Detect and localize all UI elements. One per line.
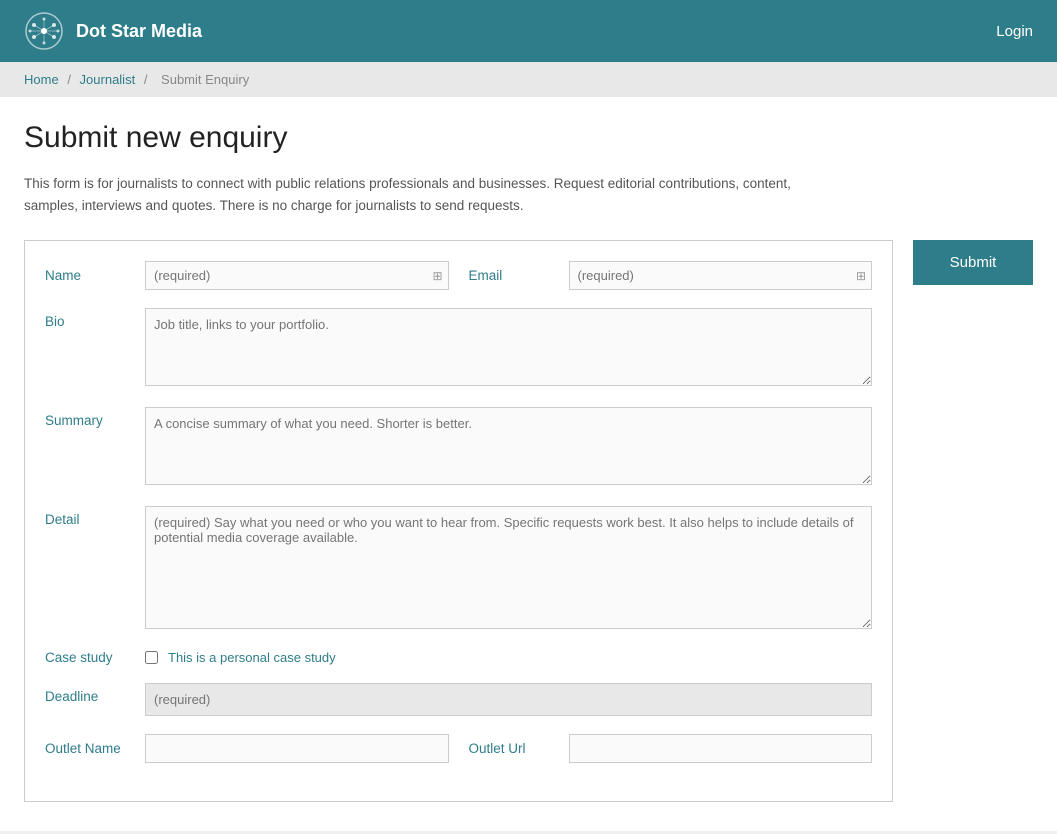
name-label: Name — [45, 268, 135, 283]
page-content: Submit new enquiry This form is for jour… — [0, 97, 1057, 831]
email-col: Email ⊞ — [469, 261, 873, 290]
email-input[interactable] — [569, 261, 873, 290]
summary-label: Summary — [45, 407, 135, 428]
summary-row: Summary — [45, 407, 872, 488]
deadline-field-wrapper — [145, 683, 872, 716]
detail-field-wrapper — [145, 506, 872, 632]
intro-text: This form is for journalists to connect … — [24, 173, 844, 216]
deadline-label: Deadline — [45, 683, 135, 704]
outlet-name-field-wrapper — [145, 734, 449, 763]
outlet-url-col: Outlet Url — [469, 734, 873, 763]
breadcrumb-journalist[interactable]: Journalist — [80, 72, 136, 87]
case-study-check-text: This is a personal case study — [168, 650, 336, 665]
outlet-name-col: Outlet Name — [45, 734, 449, 763]
email-input-icon: ⊞ — [856, 269, 866, 283]
bio-label: Bio — [45, 308, 135, 329]
name-email-row: Name ⊞ Email ⊞ — [45, 261, 872, 290]
form-side: Submit — [913, 240, 1033, 285]
summary-field-wrapper — [145, 407, 872, 488]
summary-textarea[interactable] — [145, 407, 872, 485]
outlet-row: Outlet Name Outlet Url — [45, 734, 872, 763]
breadcrumb-current: Submit Enquiry — [161, 72, 249, 87]
detail-row: Detail — [45, 506, 872, 632]
header: Dot Star Media Login — [0, 0, 1057, 62]
brand-name: Dot Star Media — [76, 21, 202, 42]
case-study-row: Case study This is a personal case study — [45, 650, 872, 665]
breadcrumb-home[interactable]: Home — [24, 72, 59, 87]
outlet-name-input[interactable] — [145, 734, 449, 763]
login-link[interactable]: Login — [996, 23, 1033, 40]
breadcrumb: Home / Journalist / Submit Enquiry — [0, 62, 1057, 97]
case-study-label: Case study — [45, 650, 135, 665]
detail-textarea[interactable] — [145, 506, 872, 629]
submit-button[interactable]: Submit — [913, 240, 1033, 285]
case-study-checkbox[interactable] — [145, 651, 158, 664]
logo-icon — [24, 11, 64, 51]
outlet-url-input[interactable] — [569, 734, 873, 763]
bio-textarea[interactable] — [145, 308, 872, 386]
deadline-row: Deadline — [45, 683, 872, 716]
email-label: Email — [469, 268, 559, 283]
name-col: Name ⊞ — [45, 261, 449, 290]
outlet-url-label: Outlet Url — [469, 741, 559, 756]
outlet-url-field-wrapper — [569, 734, 873, 763]
name-input[interactable] — [145, 261, 449, 290]
brand: Dot Star Media — [24, 11, 202, 51]
detail-label: Detail — [45, 506, 135, 527]
bio-row: Bio — [45, 308, 872, 389]
form-wrapper: Name ⊞ Email ⊞ Bio — [24, 240, 1033, 802]
breadcrumb-sep2: / — [144, 72, 151, 87]
email-field-wrapper: ⊞ — [569, 261, 873, 290]
name-field-wrapper: ⊞ — [145, 261, 449, 290]
bio-field-wrapper — [145, 308, 872, 389]
outlet-name-label: Outlet Name — [45, 741, 135, 756]
form-section: Name ⊞ Email ⊞ Bio — [24, 240, 893, 802]
name-input-icon: ⊞ — [432, 269, 442, 283]
breadcrumb-sep1: / — [67, 72, 74, 87]
page-title: Submit new enquiry — [24, 121, 1033, 155]
deadline-input[interactable] — [145, 683, 872, 716]
